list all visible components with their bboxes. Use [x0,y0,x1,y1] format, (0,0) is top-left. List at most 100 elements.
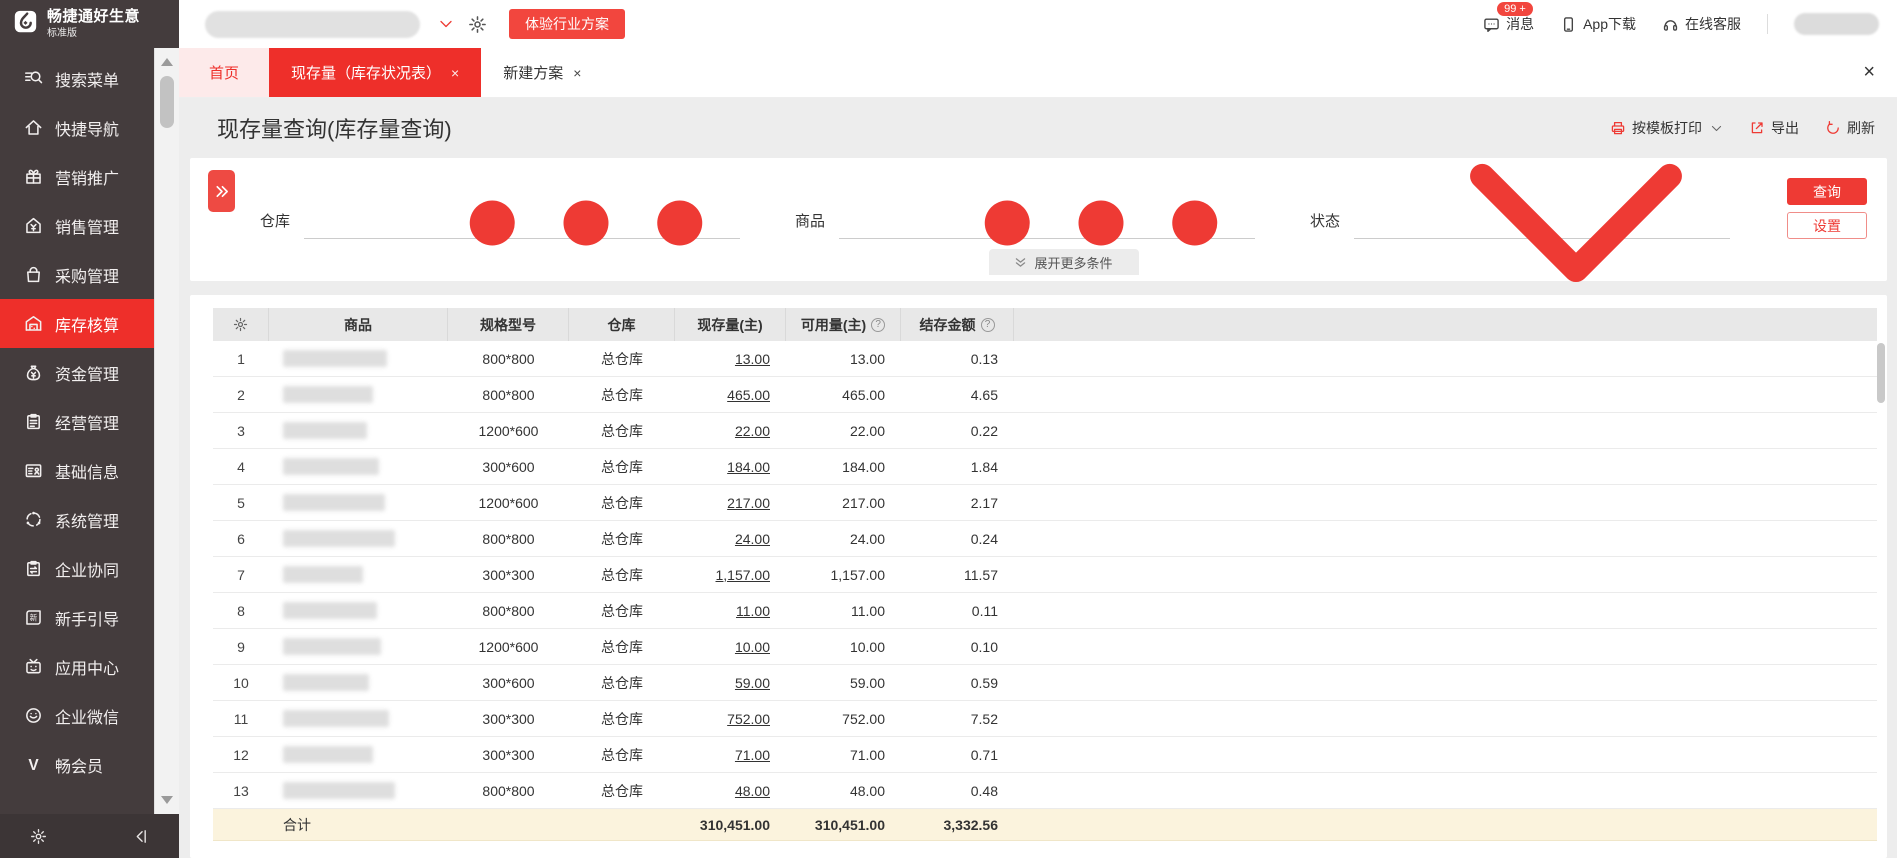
qty-link[interactable]: 465.00 [727,387,770,403]
qty-cell: 22.00 [675,413,786,448]
sidebar-item-sales[interactable]: 销售管理 [0,201,154,250]
sidebar-item-label: 企业协同 [55,562,120,580]
app-download-button[interactable]: App下载 [1560,14,1636,34]
total-amount: 3,332.56 [943,816,999,833]
row-number: 1 [237,350,245,367]
sidebar-item-collab[interactable]: 企业协同 [0,544,154,593]
row-filler [1014,377,1877,412]
total-empty [213,809,269,840]
qty-link[interactable]: 22.00 [735,423,770,439]
sidebar-item-label: 资金管理 [55,366,120,384]
marketing-icon [24,167,43,186]
settings-button[interactable]: 设置 [1787,212,1867,239]
sidebar-item-label: 系统管理 [55,513,120,531]
available-cell: 465.00 [842,386,885,403]
sidebar-item-basic-info[interactable]: 基础信息 [0,446,154,495]
company-selector-redacted[interactable] [205,10,420,38]
row-number: 12 [233,746,249,763]
messages-button[interactable]: 99 + 消息 [1483,2,1534,34]
query-button[interactable]: 查询 [1787,178,1867,205]
table-scroll-thumb[interactable] [1877,343,1885,403]
sidebar-settings-gear-icon[interactable] [30,828,47,845]
redacted-product-name [283,710,389,727]
user-name-redacted[interactable] [1794,13,1879,35]
collapse-sidebar-icon[interactable] [132,828,149,845]
sidebar-item-marketing[interactable]: 营销推广 [0,152,154,201]
qty-link[interactable]: 1,157.00 [716,567,771,583]
sidebar-item-newbie[interactable]: 新 新手引导 [0,593,154,642]
scroll-down-arrow-icon[interactable] [161,796,173,804]
scroll-up-arrow-icon[interactable] [161,58,173,66]
scheme-collapse-button[interactable] [208,170,235,212]
available-cell: 48.00 [849,782,885,799]
help-question-icon[interactable]: ? [871,317,886,332]
message-icon [1483,16,1500,33]
column-settings-gear-icon[interactable] [233,317,248,332]
qty-link[interactable]: 11.00 [736,603,770,619]
warehouse-cell: 总仓库 [601,494,643,511]
total-qty: 310,451.00 [699,816,770,833]
sidebar-scroll-thumb[interactable] [160,76,174,128]
table-row: 11 300*300 总仓库 752.00 752.00 7.52 [213,701,1877,737]
sidebar-item-purchase[interactable]: 采购管理 [0,250,154,299]
qty-cell: 184.00 [675,449,786,484]
spec-cell: 300*300 [482,710,535,727]
qty-link[interactable]: 10.00 [735,639,770,655]
sidebar-item-wecom[interactable]: 企业微信 [0,691,154,740]
qty-link[interactable]: 13.00 [735,351,770,367]
row-filler [1014,413,1877,448]
settings-gear-icon[interactable] [468,15,487,34]
filter-buttons: 查询 设置 [1787,178,1867,239]
sidebar-item-inventory[interactable]: 库存核算 [0,299,154,348]
table-row: 1 800*800 总仓库 13.00 13.00 0.13 [213,341,1877,377]
qty-cell: 217.00 [675,485,786,520]
sidebar-item-app-center[interactable]: 应用中心 [0,642,154,691]
sidebar-item-operations[interactable]: 经营管理 [0,397,154,446]
filter-input[interactable] [839,200,1255,246]
filter-label: 商品 [795,213,826,230]
sidebar-item-label: 基础信息 [55,464,120,482]
qty-link[interactable]: 59.00 [735,675,770,691]
brand-edition: 标准版 [47,27,77,39]
qty-link[interactable]: 184.00 [727,459,770,475]
sidebar-scrollbar[interactable] [154,48,179,858]
available-cell: 184.00 [842,458,885,475]
qty-link[interactable]: 217.00 [727,495,770,511]
table-row: 2 800*800 总仓库 465.00 465.00 4.65 [213,377,1877,413]
filter-input[interactable] [1354,163,1730,282]
sidebar-item-search-menu[interactable]: 搜索菜单 [0,54,154,103]
online-service-button[interactable]: 在线客服 [1662,14,1741,34]
amount-cell: 7.52 [970,710,998,727]
wecom-icon [24,706,43,725]
amount-cell: 0.24 [970,530,998,547]
warehouse-cell: 总仓库 [601,458,643,475]
product-cell-redacted [269,629,448,664]
help-question-icon[interactable]: ? [980,317,995,332]
qty-link[interactable]: 24.00 [735,531,770,547]
trial-solution-button[interactable]: 体验行业方案 [509,9,625,39]
inventory-table-card: 商品 规格型号 仓库 现存量(主) 可用量(主)? 结存金额? 1 800*800 总仓库 13.… [190,295,1887,858]
warehouse-cell: 总仓库 [601,782,643,799]
column-header-label: 仓库 [607,316,636,333]
sidebar-item-system[interactable]: 系统管理 [0,495,154,544]
qty-link[interactable]: 48.00 [735,783,770,799]
export-button[interactable]: 导出 [1749,118,1799,138]
tab-home[interactable]: 首页 [179,48,270,97]
company-caret-down-icon[interactable] [438,16,454,32]
table-row: 6 800*800 总仓库 24.00 24.00 0.24 [213,521,1877,557]
column-header-label: 可用量(主) [800,316,867,333]
table-header-row: 商品 规格型号 仓库 现存量(主) 可用量(主)? 结存金额? [213,308,1877,341]
sidebar-item-quick-nav[interactable]: 快捷导航 [0,103,154,152]
column-header-2: 规格型号 [448,308,569,341]
qty-link[interactable]: 752.00 [727,711,770,727]
sidebar-item-member[interactable]: V 畅会员 [0,740,154,789]
basic-info-icon [24,461,43,480]
filter-input[interactable] [304,200,740,246]
sidebar-item-funds[interactable]: 资金管理 [0,348,154,397]
member-icon: V [24,755,43,774]
row-filler [1014,737,1877,772]
refresh-button[interactable]: 刷新 [1825,118,1875,138]
qty-link[interactable]: 71.00 [735,747,770,763]
close-tabstrip-icon[interactable]: × [1841,61,1897,84]
redacted-product-name [283,602,377,619]
